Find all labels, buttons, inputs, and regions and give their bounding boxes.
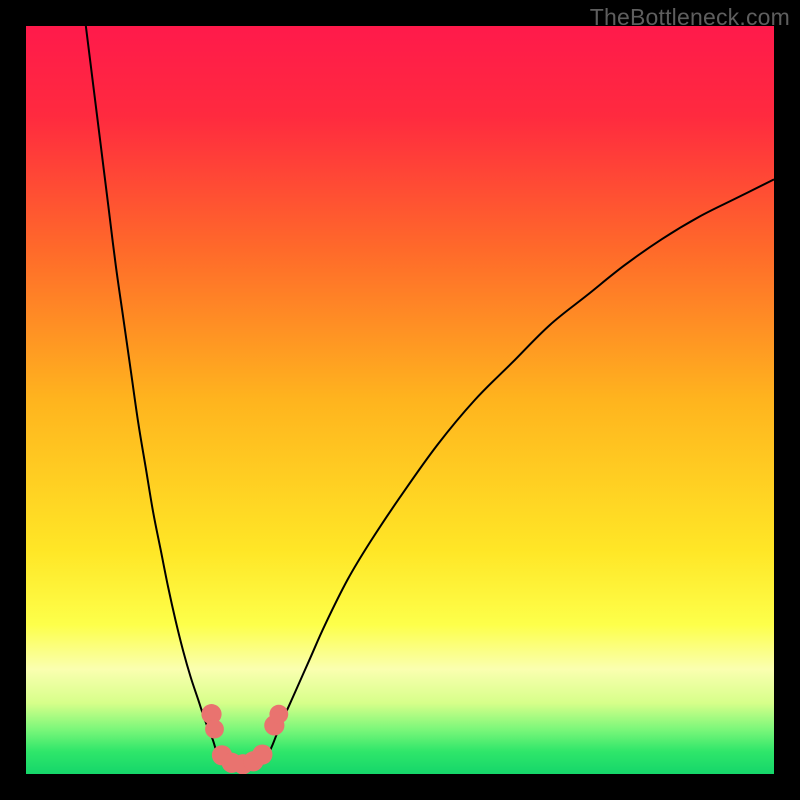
data-marker bbox=[269, 705, 288, 724]
plot-area bbox=[26, 26, 774, 774]
data-marker bbox=[252, 744, 272, 764]
gradient-background bbox=[26, 26, 774, 774]
chart-svg bbox=[26, 26, 774, 774]
data-marker bbox=[205, 720, 224, 739]
chart-frame: TheBottleneck.com bbox=[0, 0, 800, 800]
